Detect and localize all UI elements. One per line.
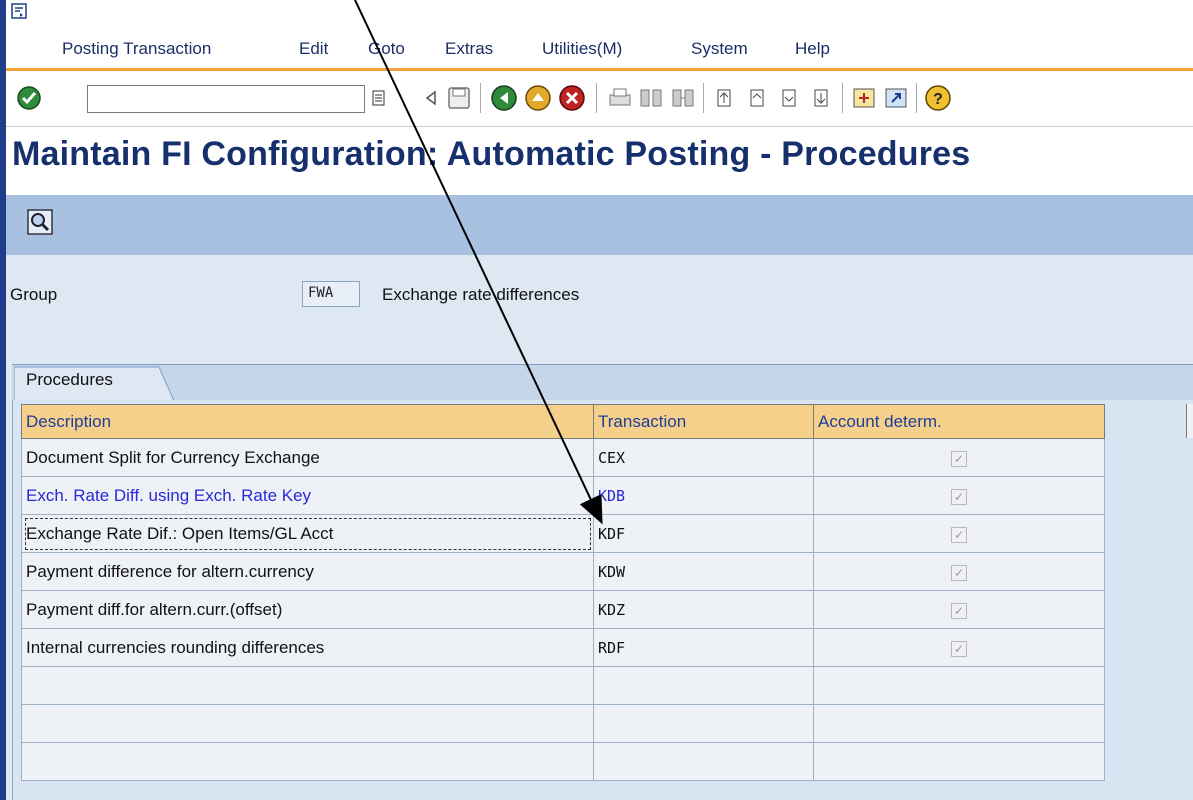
annotation-arrow <box>354 0 603 525</box>
